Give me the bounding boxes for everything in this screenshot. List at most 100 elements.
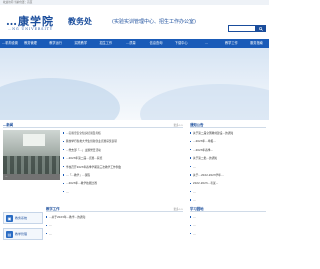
bullet-icon [190,191,192,193]
list-item[interactable]: …实验室安全知识培训及考核 [63,129,183,137]
site-header: …康学院 …NG UNIVERSITY 教务处 (实验实训管理中心、招生工作办公… [0,5,269,39]
news-item-text[interactable]: …实验室安全知识培训及考核 [66,131,101,135]
notice-item-text[interactable]: 关于第二届全国教材建设…的通知 [193,131,233,135]
teaching-item-text[interactable]: …关于2023年…教学…的通知 [49,215,85,219]
list-item[interactable]: …党支部「…」主题党日活动 [63,146,183,154]
list-item[interactable]: … [63,188,183,196]
list-item[interactable]: 关于第二批…的通知 [190,154,266,162]
list-item[interactable]: … [46,230,183,238]
photo-screen [23,134,45,146]
list-item[interactable]: … [46,221,183,229]
list-item[interactable]: …2023年第二届…竞赛…获奖 [63,154,183,162]
notice-item-text[interactable]: …2023年春季… [193,148,213,152]
teaching-item-text[interactable]: … [49,223,52,227]
notice-item-text[interactable]: … [193,190,196,194]
bullet-icon [46,216,48,218]
study-item-text[interactable]: … [193,223,196,227]
study-item-text[interactable]: … [193,215,196,219]
bullet-icon [190,233,192,235]
banner-decoration [140,84,269,120]
system-icon: ▣ [6,214,13,222]
bullet-icon [190,149,192,151]
list-item[interactable]: … [190,213,266,221]
notice-item-text[interactable]: 关于…2022-2023学年… [193,173,224,177]
bullet-icon [190,157,192,159]
nav-item-3[interactable]: 实践教学 [68,39,93,48]
news-item-text[interactable]: …党支部「…」主题党日活动 [66,148,101,152]
list-item[interactable]: …「…教学」…课程 [63,171,183,179]
teaching-section-header: 教学工作 更多>> [46,205,183,212]
bullet-icon [46,224,48,227]
nav-item-4[interactable]: 招生工作 [93,39,118,48]
notice-item-text[interactable]: … [193,198,196,202]
bullet-icon [190,199,192,201]
news-item-text[interactable]: …2023年…教学技能比赛 [66,181,97,185]
list-item[interactable]: … [190,188,266,196]
bullet-icon [190,165,192,168]
list-item[interactable]: … [190,230,266,238]
bullet-icon [63,165,65,168]
news-item-text[interactable]: 我校举行各类大学生创新创业竞赛获奖表彰 [66,139,117,143]
nav-item-6[interactable]: 信息查询 [143,39,168,48]
list-item[interactable]: 我校举行各类大学生创新创业竞赛获奖表彰 [63,137,183,145]
news-item-text[interactable]: … [66,190,69,194]
study-item-text[interactable]: … [193,232,196,236]
list-item[interactable]: … [190,163,266,171]
notice-item-text[interactable]: 关于第二批…的通知 [193,156,217,160]
list-item[interactable]: 关于第二届全国教材建设…的通知 [190,129,266,137]
notice-section-header: 通知公告 [190,121,266,128]
bullet-icon [63,174,65,176]
bullet-icon [63,140,65,143]
list-item[interactable]: … [190,221,266,229]
nav-item-9[interactable]: 教学工作 [219,39,244,48]
search-button[interactable] [256,25,266,32]
notice-item-text[interactable]: 2022-2023…考试… [193,181,218,185]
news-item-text[interactable]: …「…教学」…课程 [66,173,90,177]
bullet-icon [63,157,65,159]
nav-item-1[interactable]: 教务管理 [18,39,43,48]
quick-link-system[interactable]: ▣ 教务系统 [3,212,43,224]
quick-link-manage[interactable]: ▤ 教学管理 [3,228,43,240]
top-bar-text: 欢迎访问 当前位置：首页 [3,1,33,4]
news-item-text[interactable]: …2023年第二届…竞赛…获奖 [66,156,102,160]
bullet-icon [46,233,48,235]
nav-item-10[interactable]: 服务指南 [244,39,269,48]
list-item[interactable]: …2023年春季… [190,146,266,154]
teaching-item-text[interactable]: … [49,232,52,236]
bullet-icon [63,182,65,185]
teaching-more-link[interactable]: 更多>> [173,207,183,211]
news-more-link[interactable]: 更多>> [173,123,183,127]
list-item[interactable]: …2023年…申报… [190,137,266,145]
notice-section-title: 通知公告 [190,123,204,127]
news-section-header: …新闻 更多>> [3,121,183,128]
notice-item-text[interactable]: … [193,165,196,169]
bullet-icon [190,182,192,185]
manage-icon: ▤ [6,230,13,238]
teaching-section-title: 教学工作 [46,207,60,211]
list-item[interactable]: …关于2023年…教学…的通知 [46,213,183,221]
quick-link-label: 教务系统 [15,216,28,220]
list-item[interactable]: … [190,196,266,204]
nav-item-8[interactable]: … [194,39,219,48]
nav-item-0[interactable]: …机构设置 [0,39,18,48]
bullet-icon [63,149,65,151]
list-item[interactable]: …2023年…教学技能比赛 [63,179,183,187]
photo-audience [3,156,60,174]
nav-item-2[interactable]: 教学运行 [43,39,68,48]
search-input[interactable] [228,25,256,32]
nav-item-7[interactable]: 下载中心 [169,39,194,48]
hero-banner [0,48,269,120]
school-logo-subtitle: …NG UNIVERSITY [8,27,53,31]
list-item[interactable]: 2022-2023…考试… [190,179,266,187]
list-item[interactable]: 关于…2022-2023学年… [190,171,266,179]
search-icon [259,26,263,31]
study-section-header: 学习园地 [190,205,266,212]
news-photo-caption[interactable]: … [3,174,60,180]
nav-item-5[interactable]: …质量 [118,39,143,48]
news-item-text[interactable]: 学校召开2023年春季学期第三次教学工作例会 [66,165,121,169]
notice-item-text[interactable]: …2023年…申报… [193,139,216,143]
list-item[interactable]: 学校召开2023年春季学期第三次教学工作例会 [63,163,183,171]
bullet-icon [190,132,192,134]
teaching-list: …关于2023年…教学…的通知 … … [46,213,183,238]
news-photo[interactable] [3,130,60,174]
